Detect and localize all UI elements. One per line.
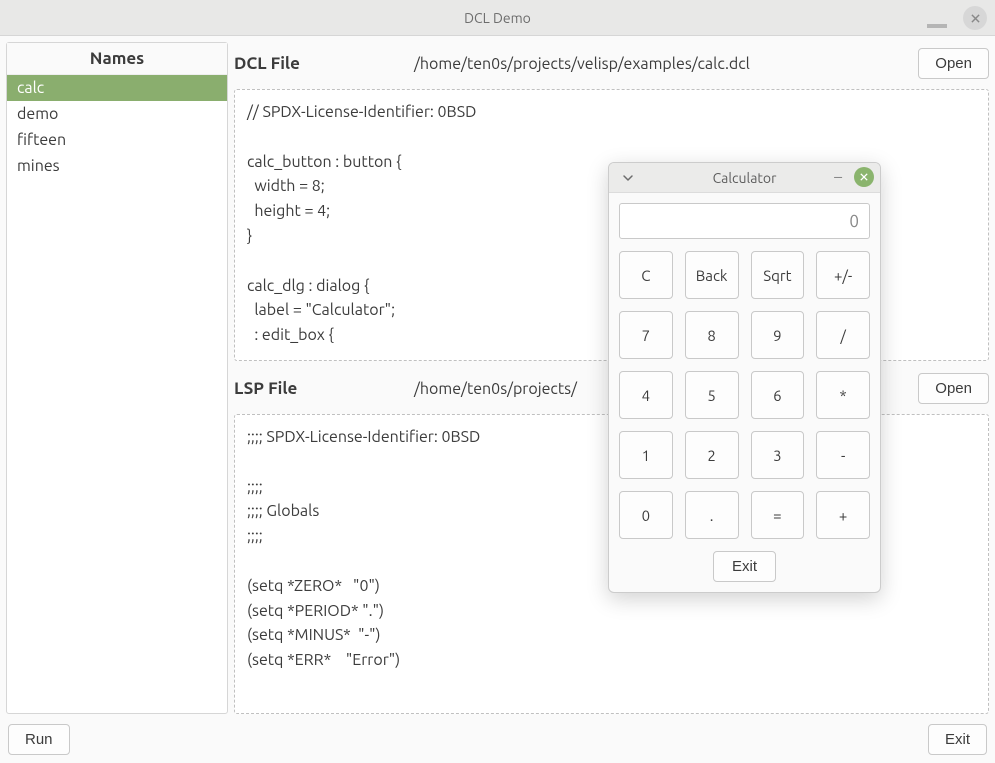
calc-key-divide[interactable]: / <box>816 311 870 359</box>
calc-key-minus[interactable]: - <box>816 431 870 479</box>
calc-close-icon[interactable] <box>854 167 874 187</box>
lsp-open-button[interactable]: Open <box>918 373 989 404</box>
calc-key-9[interactable]: 9 <box>751 311 805 359</box>
sidebar-item-mines[interactable]: mines <box>7 153 227 179</box>
dcl-header-row: DCL File /home/ten0s/projects/velisp/exa… <box>234 42 989 89</box>
sidebar-item-fifteen[interactable]: fifteen <box>7 127 227 153</box>
calc-key-8[interactable]: 8 <box>685 311 739 359</box>
calc-key-1[interactable]: 1 <box>619 431 673 479</box>
calc-key-6[interactable]: 6 <box>751 371 805 419</box>
window-minimize-icon[interactable] <box>925 6 949 30</box>
calc-exit-button[interactable]: Exit <box>713 551 776 582</box>
dcl-path: /home/ten0s/projects/velisp/examples/cal… <box>414 55 908 73</box>
calc-keypad: C Back Sqrt +/- 7 8 9 / 4 5 6 * 1 2 3 - … <box>619 251 870 539</box>
calc-display[interactable]: 0 <box>619 203 870 239</box>
calc-key-equals[interactable]: = <box>751 491 805 539</box>
calc-key-plus[interactable]: + <box>816 491 870 539</box>
calc-key-sign[interactable]: +/- <box>816 251 870 299</box>
run-button[interactable]: Run <box>8 724 70 755</box>
calc-key-3[interactable]: 3 <box>751 431 805 479</box>
window-titlebar: DCL Demo <box>0 0 995 36</box>
calc-titlebar: Calculator – <box>609 163 880 193</box>
calc-dropdown-icon[interactable] <box>617 167 639 189</box>
calc-key-2[interactable]: 2 <box>685 431 739 479</box>
sidebar-header: Names <box>7 43 227 75</box>
window-title: DCL Demo <box>464 10 531 26</box>
calc-key-5[interactable]: 5 <box>685 371 739 419</box>
calc-key-sqrt[interactable]: Sqrt <box>751 251 805 299</box>
calc-minimize-icon[interactable]: – <box>834 169 842 185</box>
lsp-label: LSP File <box>234 379 354 398</box>
exit-button[interactable]: Exit <box>928 724 987 755</box>
calc-key-4[interactable]: 4 <box>619 371 673 419</box>
dcl-label: DCL File <box>234 54 354 73</box>
calc-key-period[interactable]: . <box>685 491 739 539</box>
sidebar-item-calc[interactable]: calc <box>7 75 227 101</box>
calc-key-0[interactable]: 0 <box>619 491 673 539</box>
names-sidebar: Names calc demo fifteen mines <box>6 42 228 714</box>
calc-key-clear[interactable]: C <box>619 251 673 299</box>
calc-key-7[interactable]: 7 <box>619 311 673 359</box>
bottom-button-row: Run Exit <box>6 720 989 757</box>
sidebar-item-demo[interactable]: demo <box>7 101 227 127</box>
window-close-icon[interactable] <box>963 6 987 30</box>
calc-key-back[interactable]: Back <box>685 251 739 299</box>
calculator-window: Calculator – 0 C Back Sqrt +/- 7 8 9 / 4… <box>608 162 881 593</box>
dcl-open-button[interactable]: Open <box>918 48 989 79</box>
calc-title: Calculator <box>713 170 777 186</box>
calc-key-multiply[interactable]: * <box>816 371 870 419</box>
